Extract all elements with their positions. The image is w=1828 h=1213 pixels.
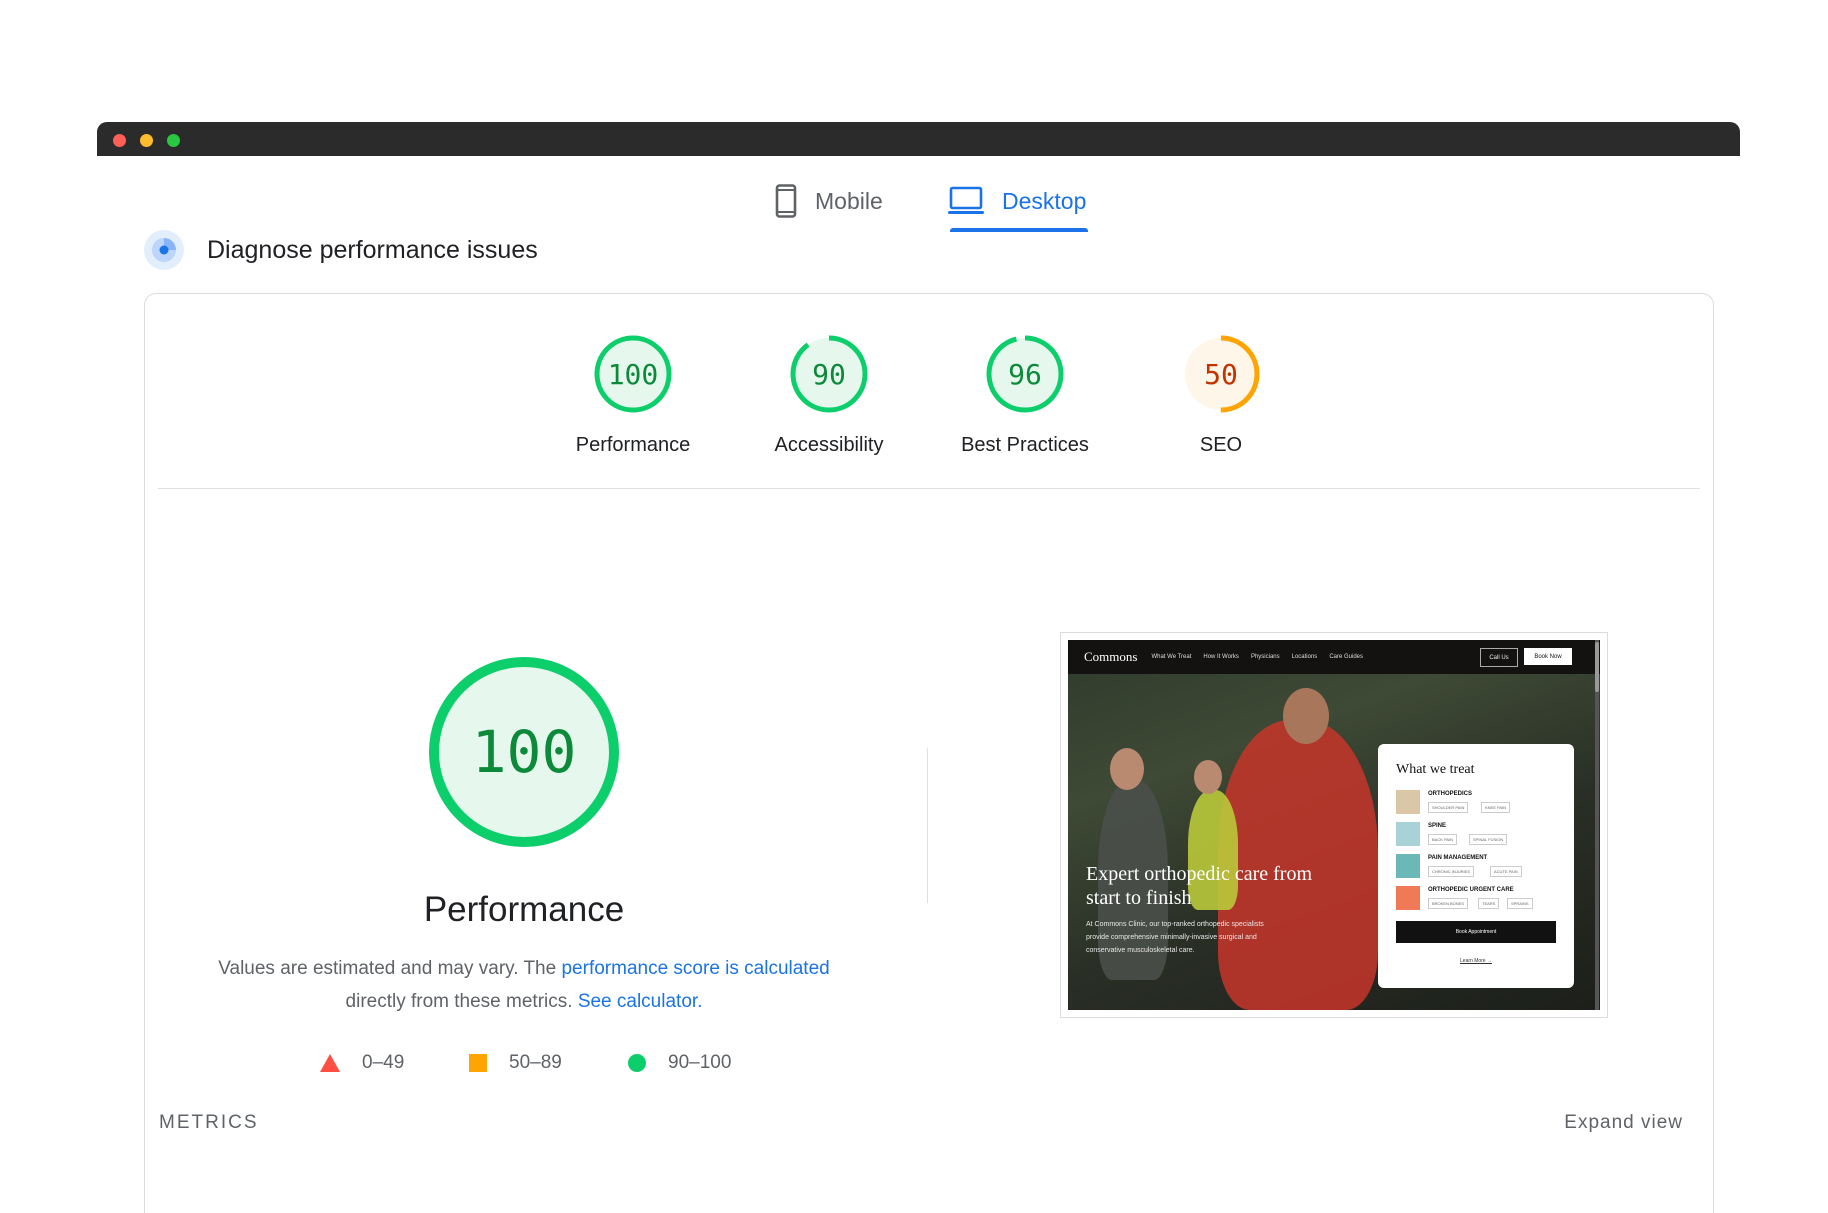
category-icon (1396, 854, 1420, 878)
maximize-window-button[interactable] (167, 134, 180, 147)
thumb-panel-button: Book Appointment (1396, 921, 1556, 943)
thumb-nav: Commons What We Treat How It Works Physi… (1068, 640, 1600, 674)
phone-icon (775, 184, 797, 218)
tab-mobile[interactable]: Mobile (775, 172, 883, 230)
legend-average: 50–89 (469, 1050, 562, 1076)
triangle-icon (320, 1054, 340, 1072)
gauge-ring: 90 (789, 334, 869, 414)
performance-title: Performance (423, 890, 625, 929)
gauge-accessibility[interactable]: 90 Accessibility (729, 334, 929, 457)
category-name: ORTHOPEDICS (1428, 791, 1473, 797)
thumb-scrollbar-thumb (1595, 642, 1599, 692)
thumb-panel-row: ORTHOPEDIC URGENT CARE BROKEN BONES TEARS S… (1396, 886, 1566, 912)
tab-desktop-label: Desktop (1002, 187, 1087, 214)
category-chip: KNEE PAIN (1481, 802, 1511, 813)
performance-big-gauge: 100 (424, 652, 624, 852)
category-icon (1396, 886, 1420, 910)
category-name: ORTHOPEDIC URGENT CARE (1428, 887, 1514, 893)
gauges-divider (158, 488, 1700, 489)
runner-shape (1110, 748, 1144, 790)
gauge-score: 50 (1204, 357, 1238, 391)
expand-view-button[interactable]: Expand view (1564, 1112, 1683, 1134)
square-icon (469, 1054, 487, 1072)
category-chip: SHOULDER PAIN (1428, 802, 1469, 813)
category-chip: TEARS (1478, 898, 1500, 909)
category-icon (1396, 822, 1420, 846)
thumb-scrollbar (1595, 640, 1599, 1010)
thumb-nav-link: Locations (1291, 654, 1318, 660)
thumb-treat-panel: What we treat ORTHOPEDICS SHOULDER PAIN KN… (1378, 744, 1574, 988)
section-header: Diagnose performance issues (143, 228, 538, 272)
runner-shape (1283, 688, 1329, 744)
runner-shape (1194, 760, 1222, 794)
gauge-ring: 100 (593, 334, 673, 414)
tab-desktop[interactable]: Desktop (948, 172, 1086, 230)
thumb-nav-link: Care Guides (1329, 654, 1363, 660)
gauge-label: Accessibility (774, 434, 884, 456)
thumb-panel-row: ORTHOPEDICS SHOULDER PAIN KNEE PAIN (1396, 790, 1566, 816)
category-chip: BACK PAIN (1428, 834, 1458, 845)
minimize-window-button[interactable] (140, 134, 153, 147)
thumb-panel-row: SPINE BACK PAIN SPINAL FUSION (1396, 822, 1566, 848)
gauge-label: SEO (1199, 434, 1243, 456)
thumb-nav-link: What We Treat (1151, 654, 1192, 660)
page-screenshot: Commons What We Treat How It Works Physi… (1060, 632, 1608, 1018)
category-chip: ACUTE PAIN (1490, 866, 1522, 877)
active-tab-indicator (950, 228, 1088, 232)
thumb-subtext: At Commons Clinic, our top-ranked orthop… (1086, 921, 1264, 954)
thumb-book-button: Book Now (1524, 648, 1572, 665)
section-title: Diagnose performance issues (207, 235, 538, 264)
diagnose-icon (144, 230, 184, 270)
gauge-ring: 50 (1181, 334, 1261, 414)
legend-pass: 90–100 (628, 1050, 731, 1076)
gauge-label: Best Practices (961, 434, 1089, 456)
gauge-performance[interactable]: 100 Performance (533, 334, 733, 457)
thumb-call-button: Call Us (1480, 648, 1518, 667)
legend-average-range: 50–89 (509, 1052, 562, 1073)
category-icon (1396, 790, 1420, 814)
see-calculator-link[interactable]: See calculator. (578, 991, 703, 1012)
category-chip: SPRAINS (1507, 898, 1533, 909)
category-chip: SPINAL FUSION (1469, 834, 1508, 845)
thumb-panel-row: PAIN MANAGEMENT CHRONIC INJURIES ACUTE PAI… (1396, 854, 1566, 880)
gauge-score: 90 (812, 357, 846, 391)
legend-fail: 0–49 (320, 1050, 404, 1076)
performance-big-score: 100 (471, 718, 577, 786)
category-chip: BROKEN BONES (1428, 898, 1469, 909)
desc-text-2: directly from these metrics. (345, 991, 578, 1012)
laptop-icon (948, 186, 984, 214)
circle-icon (628, 1054, 646, 1072)
thumb-headline: Expert orthopedic care from start to fin… (1086, 863, 1313, 909)
vertical-separator (927, 748, 928, 903)
device-tabs: Mobile Desktop (0, 172, 1828, 236)
metrics-heading: METRICS (159, 1112, 259, 1133)
tab-mobile-label: Mobile (815, 187, 883, 214)
gauge-label: Performance (575, 434, 691, 456)
category-name: PAIN MANAGEMENT (1428, 855, 1488, 861)
thumb-nav-link: How It Works (1203, 654, 1239, 660)
gauge-ring: 96 (985, 334, 1065, 414)
performance-score-link[interactable]: performance score is calculated (561, 958, 829, 979)
window-title-bar (97, 122, 1740, 156)
close-window-button[interactable] (113, 134, 126, 147)
thumb-panel-title: What we treat (1396, 762, 1475, 777)
performance-description: Values are estimated and may vary. The p… (190, 952, 858, 1018)
legend-fail-range: 0–49 (362, 1052, 405, 1073)
legend-pass-range: 90–100 (668, 1052, 732, 1073)
gauge-score: 100 (607, 357, 659, 391)
category-name: SPINE (1428, 823, 1447, 829)
thumb-nav-link: Physicians (1250, 654, 1280, 660)
gauge-best-practices[interactable]: 96 Best Practices (925, 334, 1125, 457)
screenshot-content: Commons What We Treat How It Works Physi… (1068, 640, 1600, 1010)
desc-text-1: Values are estimated and may vary. The (218, 958, 562, 979)
gauge-seo[interactable]: 50 SEO (1121, 334, 1321, 457)
thumb-brand: Commons (1084, 649, 1138, 664)
thumb-panel-link: Learn More → (1460, 958, 1492, 964)
gauge-score: 96 (1008, 357, 1042, 391)
category-chip: CHRONIC INJURIES (1428, 866, 1475, 877)
